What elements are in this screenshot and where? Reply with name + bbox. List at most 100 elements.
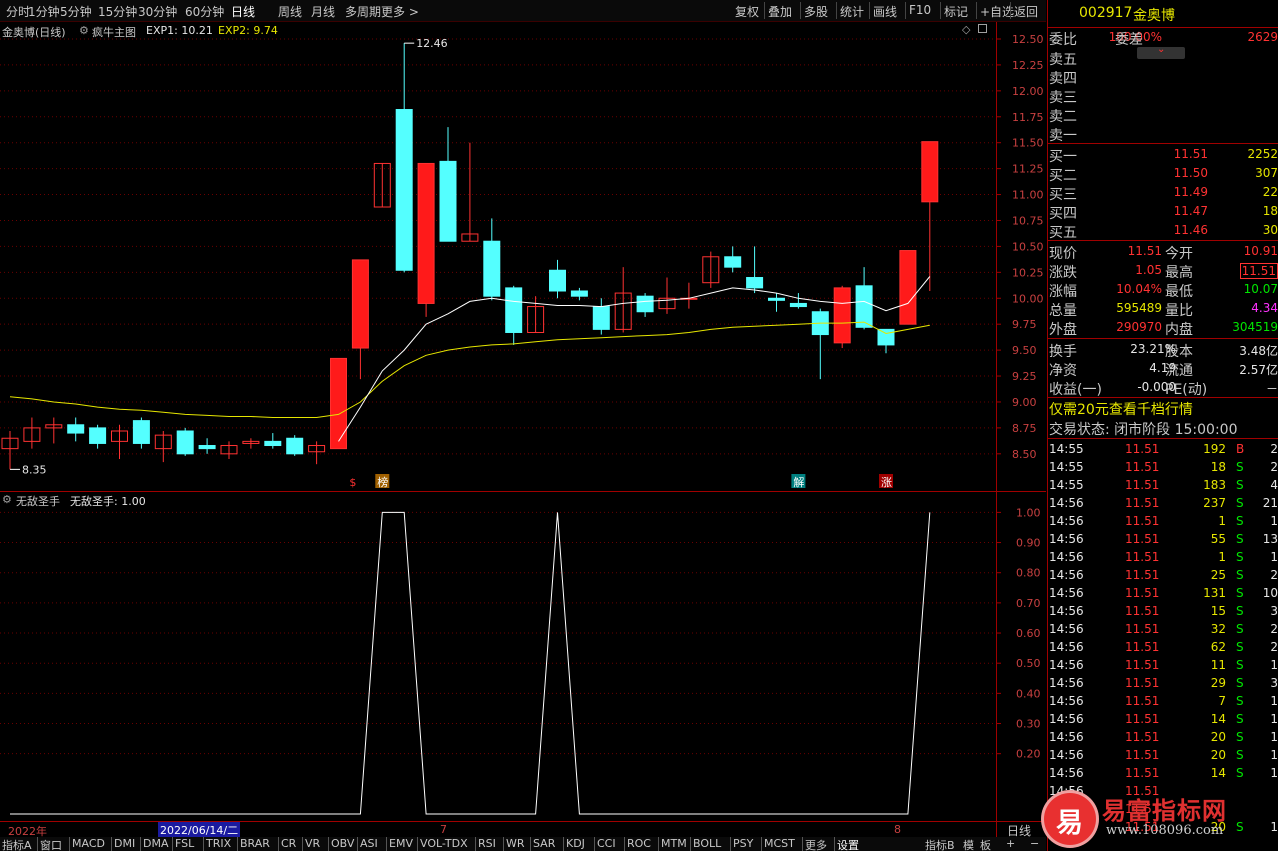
indicator-tab-15[interactable]: WR — [506, 837, 525, 850]
cursor-date-label: 2022/06/14/二 — [158, 822, 241, 838]
period-10[interactable]: 更多 > — [381, 3, 419, 20]
tab-sep — [328, 837, 329, 851]
stat-value: 595489 — [1116, 301, 1162, 315]
period-5[interactable]: 60分钟 — [185, 3, 224, 20]
sell-level-label: 卖四 — [1049, 71, 1077, 87]
period-4[interactable]: 30分钟 — [138, 3, 177, 20]
indicator-tab-8[interactable]: CR — [281, 837, 296, 850]
toolbar-8[interactable]: 返回 — [1014, 3, 1038, 20]
toolbar-2[interactable]: 多股 — [804, 3, 828, 20]
wecha-label: 委差 — [1115, 32, 1143, 48]
signal-chart[interactable]: 1.00 0.90 0.80 0.70 0.60 0.50 0.40 0.30 0.20 — [0, 492, 1046, 820]
tick-price: 11.51 — [1125, 442, 1160, 456]
period-3[interactable]: 15分钟 — [98, 3, 137, 20]
indicator-tab-0[interactable]: 指标A — [2, 837, 32, 851]
stat-label: 最高 — [1165, 265, 1193, 281]
tick-row: 14:56 11.51 237 S 21 — [1047, 494, 1278, 512]
tick-price: 11.51 — [1125, 748, 1160, 762]
bottom-right-tab-1[interactable]: 模 — [963, 837, 974, 851]
tick-row: 14:56 11.51 1 S 1 — [1047, 548, 1278, 566]
stats2-row: 换手 23.21% 股本 3.48亿 — [1047, 340, 1278, 360]
bottom-right-tab-0[interactable]: 指标B — [925, 837, 955, 851]
indicator-tab-22[interactable]: PSY — [733, 837, 753, 850]
tick-row: 14:56 11.51 55 S 13 — [1047, 530, 1278, 548]
tab-sep — [530, 837, 531, 851]
candle-body — [636, 295, 654, 313]
indicator-tab-23[interactable]: MCST — [764, 837, 795, 850]
tick-volume: 32 — [1210, 622, 1226, 636]
period-1[interactable]: 1分钟 — [28, 3, 60, 20]
indicator-tab-1[interactable]: 窗口 — [40, 837, 62, 851]
indicator-tab-6[interactable]: TRIX — [206, 837, 231, 850]
toolbar-6[interactable]: 标记 — [944, 3, 968, 20]
candlestick-chart[interactable]: 12.50 12.25 12.00 11.75 11.50 11.25 11.00 10.75… — [0, 22, 1046, 492]
indicator-tab-3[interactable]: DMI — [114, 837, 135, 850]
toolbar-1[interactable]: 叠加 — [768, 3, 792, 20]
buy-level-label: 买二 — [1049, 168, 1077, 184]
indicator-tab-12[interactable]: EMV — [389, 837, 413, 850]
tick-time: 14:56 — [1049, 658, 1084, 672]
tick-side: S — [1236, 694, 1244, 708]
indicator-tab-13[interactable]: VOL-TDX — [420, 837, 468, 850]
tab-sep — [503, 837, 504, 851]
indicator-tab-7[interactable]: BRAR — [240, 837, 270, 850]
stats2-row: 净资 4.19 流通 2.57亿 — [1047, 359, 1278, 379]
promo-link[interactable]: 仅需20元查看千档行情 — [1049, 399, 1193, 419]
tick-side: S — [1236, 622, 1244, 636]
period-2[interactable]: 5分钟 — [60, 3, 92, 20]
tick-row: 14:56 11.51 7 S 1 — [1047, 692, 1278, 710]
toolbar-0[interactable]: 复权 — [735, 3, 759, 20]
indicator-tab-11[interactable]: ASI — [360, 837, 378, 850]
tick-time: 14:56 — [1049, 766, 1084, 780]
indicator-tab-20[interactable]: MTM — [661, 837, 687, 850]
period-9[interactable]: 多周期 — [345, 3, 381, 20]
stat-value: 11.51 — [1239, 263, 1278, 279]
tab-sep — [761, 837, 762, 851]
tick-count: 2 — [1270, 568, 1278, 582]
tab-sep — [594, 837, 595, 851]
candle-body — [833, 287, 851, 344]
stock-header: 002917 金奥博 — [1047, 0, 1278, 28]
period-6[interactable]: 日线 — [231, 3, 255, 20]
indicator-tab-14[interactable]: RSI — [478, 837, 496, 850]
tab-sep — [278, 837, 279, 851]
toolbar-5[interactable]: F10 — [909, 3, 931, 17]
period-7[interactable]: 周线 — [278, 3, 302, 20]
bottom-right-tab-2[interactable]: 板 — [980, 837, 991, 851]
tab-sep — [37, 837, 38, 851]
indicator-tab-17[interactable]: KDJ — [566, 837, 585, 850]
period-0[interactable]: 分时 — [6, 3, 30, 20]
indicator-tab-4[interactable]: DMA — [143, 837, 169, 850]
indicator-tab-24[interactable]: 更多 — [805, 837, 827, 851]
bottom-right-tab-3[interactable]: + — [1006, 837, 1015, 850]
indicator-tab-25[interactable]: 设置 — [837, 837, 859, 851]
toolbar-4[interactable]: 画线 — [873, 3, 897, 20]
tick-side: S — [1236, 586, 1244, 600]
high-label: 12.46 — [416, 37, 448, 50]
month-8-label: 8 — [894, 823, 901, 836]
indicator-tab-5[interactable]: FSL — [175, 837, 194, 850]
price-axis-label: 9.75 — [1012, 318, 1037, 331]
tick-volume: 237 — [1203, 496, 1226, 510]
indicator-tab-19[interactable]: ROC — [627, 837, 651, 850]
buy-level-4: 买四 11.47 18 — [1047, 202, 1278, 222]
toolbar-7[interactable]: +自选 — [980, 3, 1014, 20]
period-8[interactable]: 月线 — [311, 3, 335, 20]
indicator-tab-21[interactable]: BOLL — [693, 837, 721, 850]
tick-time: 14:56 — [1049, 694, 1084, 708]
indicator-tab-18[interactable]: CCI — [597, 837, 616, 850]
tab-sep — [357, 837, 358, 851]
tick-volume: 55 — [1210, 532, 1226, 546]
indicator-tab-2[interactable]: MACD — [72, 837, 105, 850]
indicator-tab-10[interactable]: OBV — [331, 837, 354, 850]
indicator-tab-9[interactable]: VR — [305, 837, 320, 850]
tick-volume: 14 — [1210, 712, 1226, 726]
indicator-tab-16[interactable]: SAR — [533, 837, 555, 850]
candle-body — [724, 256, 742, 268]
sell-level-4: 卖四 — [1047, 67, 1278, 87]
bottom-right-tab-4[interactable]: − — [1030, 837, 1039, 850]
buy-level-label: 买五 — [1049, 225, 1077, 241]
tab-sep — [834, 837, 835, 851]
toolbar-3[interactable]: 统计 — [840, 3, 864, 20]
buy-level-2: 买二 11.50 307 — [1047, 164, 1278, 184]
